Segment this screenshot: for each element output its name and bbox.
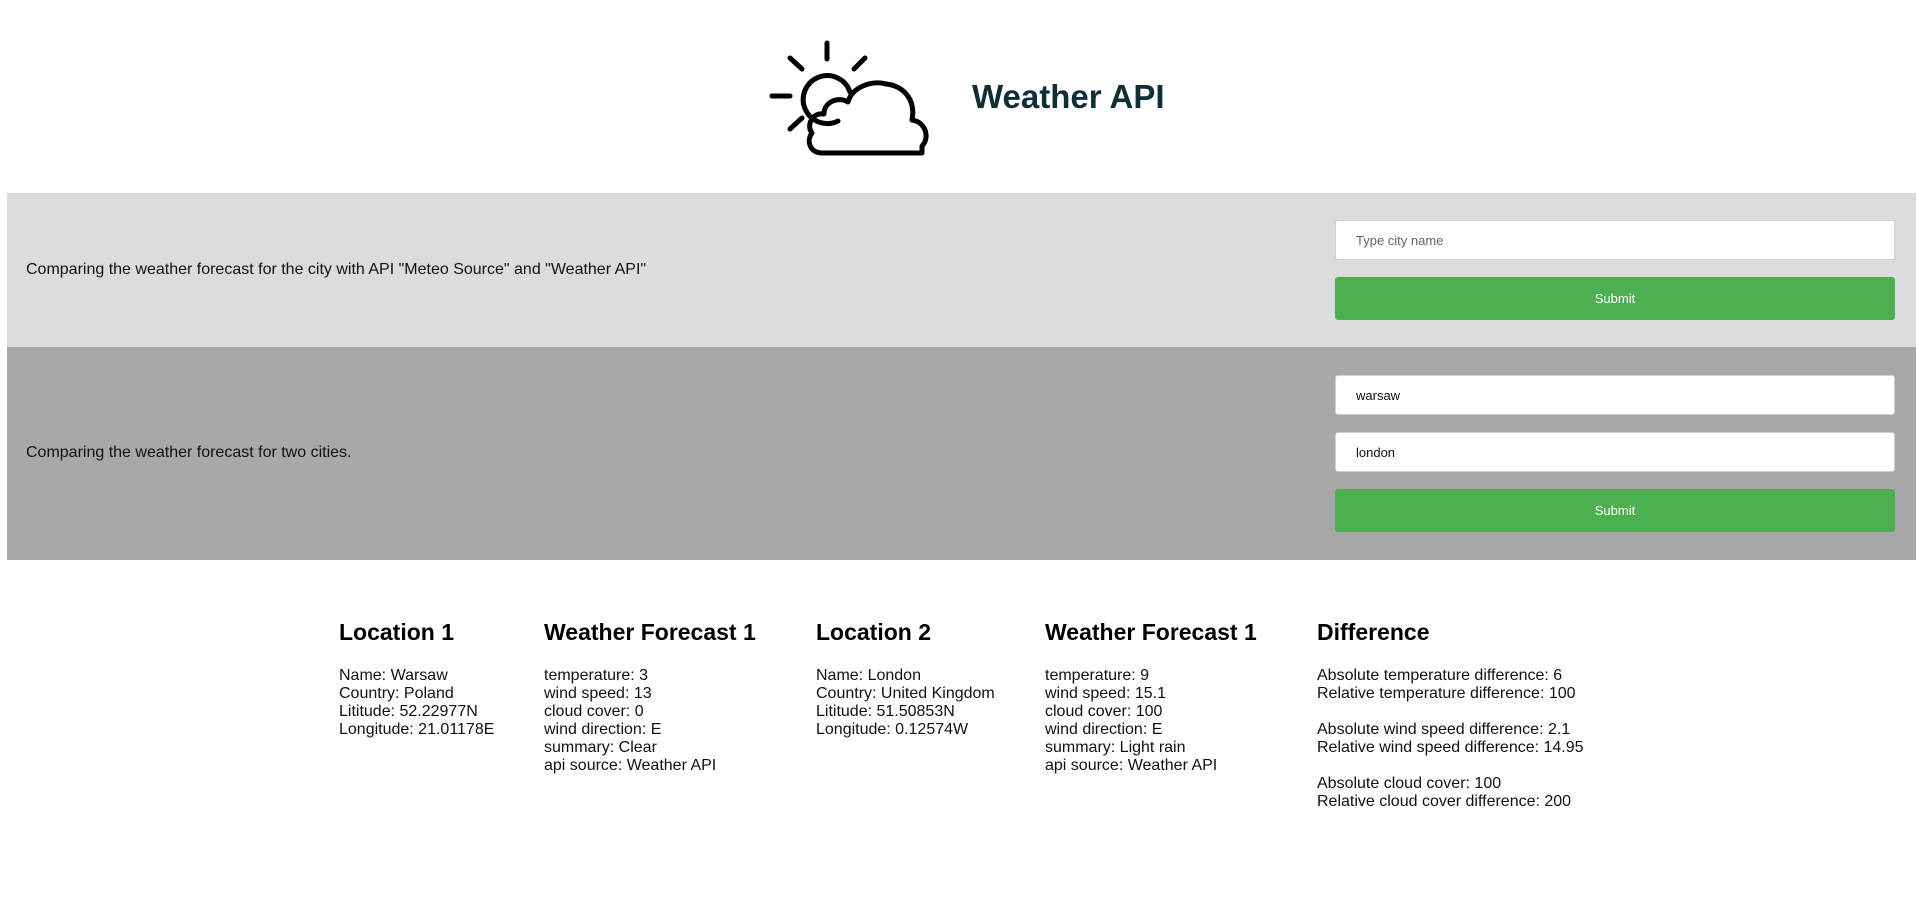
location2-longitude: Longitude: 0.12574W xyxy=(816,721,969,738)
results-panel: Location 1 Name: Warsaw Country: Poland … xyxy=(0,617,1917,857)
forecast2-cloud-cover: cloud cover: 100 xyxy=(1045,703,1163,720)
forecast2-summary: summary: Light rain xyxy=(1045,739,1186,756)
location1-column: Location 1 Name: Warsaw Country: Poland … xyxy=(339,617,494,739)
sun-cloud-icon xyxy=(769,40,929,156)
location2-heading: Location 2 xyxy=(816,619,932,645)
forecast1-wind-direction: wind direction: E xyxy=(544,721,662,738)
rel-wind-speed-difference: Relative wind speed difference: 14.95 xyxy=(1317,739,1584,756)
forecast1-column: Weather Forecast 1 temperature: 3 wind s… xyxy=(544,617,756,775)
abs-wind-speed-difference: Absolute wind speed difference: 2.1 xyxy=(1317,721,1571,738)
location2-name: Name: London xyxy=(816,667,921,684)
forecast2-temperature: temperature: 9 xyxy=(1045,667,1150,684)
compare-cities-section: Comparing the weather forecast for two c… xyxy=(7,347,1916,560)
forecast2-api-source: api source: Weather API xyxy=(1045,757,1218,774)
forecast1-temperature: temperature: 3 xyxy=(544,667,649,684)
forecast2-wind-speed: wind speed: 15.1 xyxy=(1045,685,1166,702)
rel-temperature-difference: Relative temperature difference: 100 xyxy=(1317,685,1576,702)
forecast2-wind-direction: wind direction: E xyxy=(1045,721,1163,738)
location1-country: Country: Poland xyxy=(339,685,454,702)
compare-api-description: Comparing the weather forecast for the c… xyxy=(26,261,647,278)
forecast2-heading: Weather Forecast 1 xyxy=(1045,619,1257,645)
compare-cities-submit-button[interactable]: Submit xyxy=(1335,489,1895,532)
rel-cloud-cover-difference: Relative cloud cover difference: 200 xyxy=(1317,793,1572,810)
forecast1-summary: summary: Clear xyxy=(544,739,657,756)
location1-longitude: Longitude: 21.01178E xyxy=(339,721,495,738)
forecast2-column: Weather Forecast 1 temperature: 9 wind s… xyxy=(1045,617,1257,775)
location1-latitude: Lititude: 52.22977N xyxy=(339,703,478,720)
forecast1-wind-speed: wind speed: 13 xyxy=(544,685,652,702)
location1-heading: Location 1 xyxy=(339,619,455,645)
location2-latitude: Lititude: 51.50853N xyxy=(816,703,955,720)
difference-heading: Difference xyxy=(1317,619,1430,645)
forecast1-api-source: api source: Weather API xyxy=(544,757,717,774)
city-name-input[interactable] xyxy=(1335,220,1895,260)
page-header: Weather API xyxy=(0,0,1917,193)
app-title: Weather API xyxy=(972,78,1165,115)
abs-cloud-cover: Absolute cloud cover: 100 xyxy=(1317,775,1502,792)
compare-cities-description: Comparing the weather forecast for two c… xyxy=(26,444,352,461)
compare-api-submit-button[interactable]: Submit xyxy=(1335,277,1895,320)
location2-column: Location 2 Name: London Country: United … xyxy=(816,617,995,739)
city1-input[interactable] xyxy=(1335,375,1895,415)
forecast1-cloud-cover: cloud cover: 0 xyxy=(544,703,644,720)
difference-column: Difference Absolute temperature differen… xyxy=(1317,617,1584,811)
abs-temperature-difference: Absolute temperature difference: 6 xyxy=(1317,667,1563,684)
location2-country: Country: United Kingdom xyxy=(816,685,995,702)
city2-input[interactable] xyxy=(1335,432,1895,472)
forecast1-heading: Weather Forecast 1 xyxy=(544,619,756,645)
compare-api-section: Comparing the weather forecast for the c… xyxy=(7,193,1916,347)
location1-name: Name: Warsaw xyxy=(339,667,448,684)
